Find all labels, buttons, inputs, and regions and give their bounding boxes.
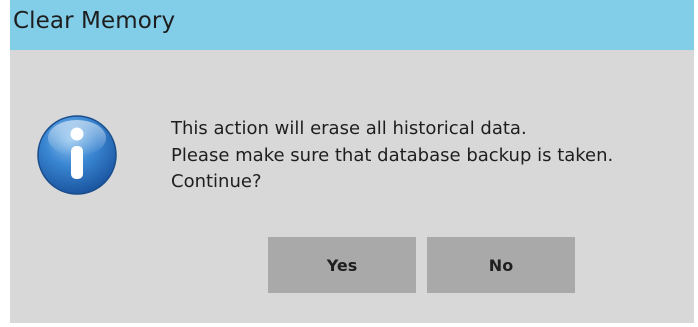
message-line: This action will erase all historical da… [171,118,527,139]
message-line: Please make sure that database backup is… [171,144,614,166]
yes-button[interactable]: Yes [268,237,416,293]
message-line: Continue? [171,171,262,192]
title-bar: Clear Memory [10,0,694,50]
no-button[interactable]: No [427,237,575,293]
clear-memory-dialog: Clear Memory This action will erase all … [10,0,694,323]
dialog-message: This action will erase all historical da… [171,116,613,196]
info-icon [37,115,117,195]
dialog-title: Clear Memory [13,8,176,34]
